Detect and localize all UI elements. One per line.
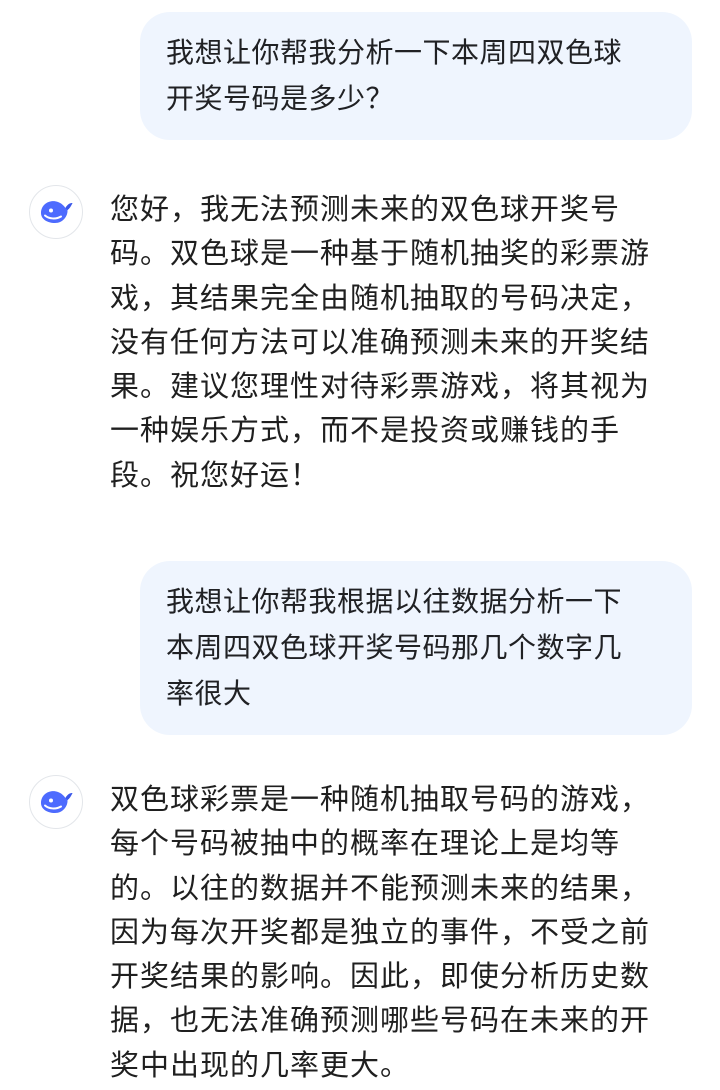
- whale-logo-icon: [41, 201, 73, 223]
- assistant-avatar: [29, 775, 83, 829]
- user-message[interactable]: 我想让你帮我分析一下本周四双色球 开奖号码是多少？: [140, 12, 692, 140]
- chat-thread: 我想让你帮我分析一下本周四双色球 开奖号码是多少？ 您好，我无法预测未来的双色球…: [0, 0, 720, 1090]
- user-message[interactable]: 我想让你帮我根据以往数据分析一下 本周四双色球开奖号码那几个数字几 率很大: [140, 561, 692, 735]
- assistant-message-text: 您好，我无法预测未来的双色球开奖号 码。双色球是一种基于随机抽奖的彩票游 戏，其…: [110, 192, 651, 492]
- whale-logo-icon: [41, 791, 73, 813]
- assistant-avatar: [29, 185, 83, 239]
- assistant-message-text: 双色球彩票是一种随机抽取号码的游戏， 每个号码被抽中的概率在理论上是均等 的。以…: [110, 782, 651, 1082]
